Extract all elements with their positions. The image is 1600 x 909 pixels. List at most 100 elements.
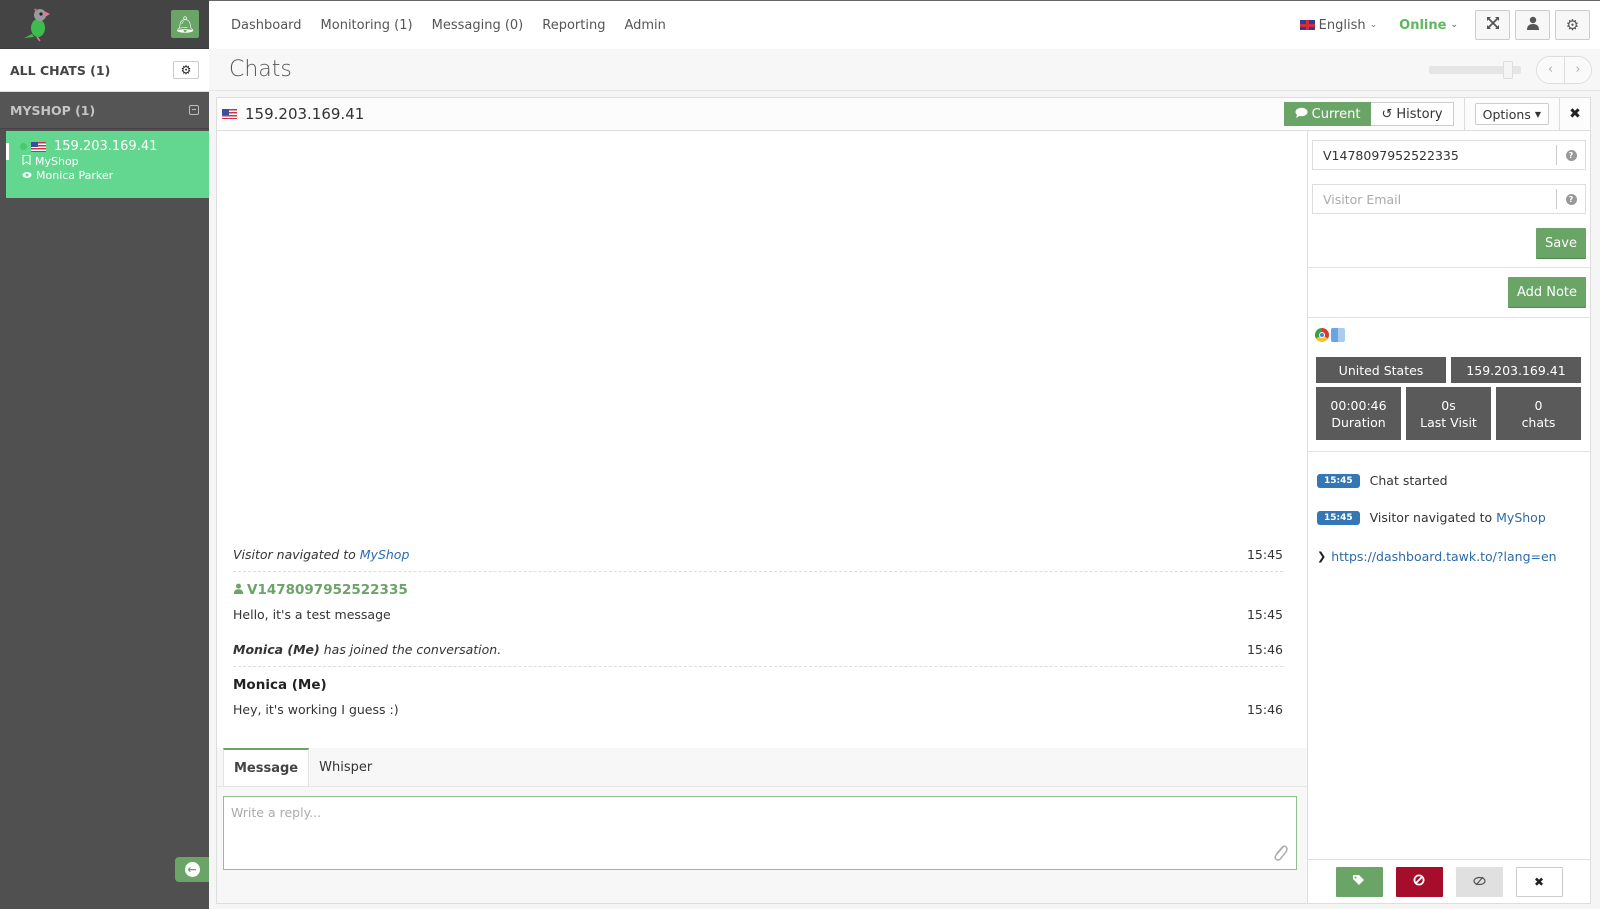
language-label: English xyxy=(1318,17,1366,33)
chats-stat: 0 chats xyxy=(1496,387,1581,440)
nav-messaging[interactable]: Messaging (0) xyxy=(432,18,524,33)
timeline-event: 15:45 Visitor navigated to MyShop xyxy=(1317,510,1546,525)
chat-item-agent: Monica Parker xyxy=(36,169,114,182)
duration-value: 00:00:46 xyxy=(1330,397,1387,413)
visitor-email-input[interactable] xyxy=(1313,185,1556,213)
chat-header-ip: 159.203.169.41 xyxy=(245,105,365,123)
chat-item-property: MyShop xyxy=(35,155,79,168)
agent-message: Hey, it's working I guess :) 15:46 xyxy=(233,702,1283,717)
gear-icon: ⚙ xyxy=(1565,16,1580,34)
nav-event-link[interactable]: MyShop xyxy=(360,547,410,562)
chat-item-ip: 159.203.169.41 xyxy=(54,139,158,154)
logo-bar: 🔔︎ xyxy=(0,0,209,49)
close-chat-button[interactable]: ✖ xyxy=(1560,106,1590,122)
user-icon xyxy=(233,582,244,598)
nav-monitoring[interactable]: Monitoring (1) xyxy=(321,18,413,33)
country-stat: United States xyxy=(1316,357,1446,383)
chevron-down-icon: ⌄ xyxy=(1369,20,1378,30)
chevron-right-icon[interactable]: ❯ xyxy=(1317,550,1326,563)
hide-chat-button[interactable] xyxy=(1455,866,1503,897)
tab-whisper[interactable]: Whisper xyxy=(309,748,382,786)
compose-area: Message Whisper Write a reply... xyxy=(217,748,1307,903)
help-icon[interactable]: ? xyxy=(1557,193,1585,205)
settings-button[interactable]: ⚙ xyxy=(1555,10,1590,40)
chat-actions: ✖ xyxy=(1308,859,1590,903)
help-icon[interactable]: ? xyxy=(1557,149,1585,161)
view-toggle: Current ↺ History xyxy=(1283,102,1454,126)
time-badge: 15:45 xyxy=(1317,473,1360,488)
arrow-left-circle-icon: ← xyxy=(184,862,200,877)
ip-value: 159.203.169.41 xyxy=(1466,362,1566,378)
slider-thumb[interactable] xyxy=(1502,60,1513,79)
notifications-bell-button[interactable]: 🔔︎ xyxy=(171,10,199,38)
status-label: Online xyxy=(1399,17,1447,33)
event-link[interactable]: MyShop xyxy=(1496,510,1546,525)
gear-icon: ⚙ xyxy=(180,63,192,77)
agent-sender-name: Monica (Me) xyxy=(233,677,327,693)
group-header-myshop[interactable]: MYSHOP (1) xyxy=(0,92,209,129)
section-divider xyxy=(1308,317,1590,318)
caret-down-icon: ▼ xyxy=(1534,109,1541,119)
chevron-left-icon: ‹ xyxy=(1547,62,1554,77)
tab-message[interactable]: Message xyxy=(223,748,310,786)
zoom-slider[interactable] xyxy=(1429,60,1521,79)
user-icon xyxy=(1526,16,1540,34)
parrot-logo-icon[interactable] xyxy=(18,4,58,44)
language-dropdown[interactable]: English ⌄ xyxy=(1299,17,1378,33)
slider-track[interactable] xyxy=(1429,60,1521,79)
nav-dashboard[interactable]: Dashboard xyxy=(231,18,302,33)
expand-icon xyxy=(1486,16,1500,34)
divider xyxy=(1463,98,1465,130)
reply-input[interactable]: Write a reply... xyxy=(223,796,1297,870)
ban-visitor-button[interactable] xyxy=(1395,866,1443,897)
nav-reporting[interactable]: Reporting xyxy=(542,18,605,33)
join-event-name: Monica (Me) xyxy=(233,642,320,657)
chat-list-item[interactable]: 159.203.169.41 MyShop Monica Parker xyxy=(6,131,209,198)
save-button[interactable]: Save xyxy=(1536,228,1586,258)
tag-icon xyxy=(1352,874,1366,889)
profile-button[interactable] xyxy=(1515,10,1550,40)
collapse-sidebar-button[interactable]: ← xyxy=(175,857,209,882)
options-dropdown[interactable]: Options ▼ xyxy=(1474,103,1549,125)
time-badge: 15:45 xyxy=(1317,510,1360,525)
last-visit-value: 0s xyxy=(1441,397,1456,413)
online-status-dot xyxy=(20,143,27,150)
visitor-name-input[interactable] xyxy=(1313,141,1556,169)
chat-settings-button[interactable]: ⚙ xyxy=(173,61,199,79)
end-chat-button[interactable]: ✖ xyxy=(1515,866,1563,897)
chat-panel: 159.203.169.41 Current ↺ History Options… xyxy=(216,97,1591,904)
eye-slash-icon xyxy=(1472,875,1486,889)
visited-url-row[interactable]: ❯ https://dashboard.tawk.to/?lang=en xyxy=(1317,549,1557,564)
chevron-right-icon: › xyxy=(1575,62,1581,77)
current-tab-label: Current xyxy=(1311,106,1361,122)
status-dropdown[interactable]: Online ⌄ xyxy=(1399,18,1458,33)
visitor-message: Hello, it's a test message 15:45 xyxy=(233,607,1283,622)
tag-button[interactable] xyxy=(1335,866,1383,897)
paperclip-attach-icon[interactable] xyxy=(1271,843,1289,861)
add-note-button[interactable]: Add Note xyxy=(1508,277,1586,307)
all-chats-label: ALL CHATS (1) xyxy=(10,62,111,78)
previous-chat-button[interactable]: ‹ xyxy=(1537,56,1564,83)
chat-pager: ‹ › xyxy=(1536,55,1592,84)
history-icon: ↺ xyxy=(1381,106,1393,122)
chats-label: chats xyxy=(1521,414,1556,430)
ban-icon xyxy=(1413,874,1425,889)
current-tab-button[interactable]: Current xyxy=(1283,102,1372,126)
collapse-icon[interactable] xyxy=(189,105,199,115)
next-chat-button[interactable]: › xyxy=(1564,56,1591,83)
duration-stat: 00:00:46 Duration xyxy=(1316,387,1401,440)
all-chats-header: ALL CHATS (1) ⚙ xyxy=(0,49,209,92)
visitor-info-panel: ? ? Save Add Note United States 159.203.… xyxy=(1308,131,1590,903)
nav-admin[interactable]: Admin xyxy=(624,18,665,33)
history-tab-label: History xyxy=(1396,106,1443,122)
fullscreen-button[interactable] xyxy=(1475,10,1510,40)
duration-label: Duration xyxy=(1331,414,1386,430)
visited-url-link[interactable]: https://dashboard.tawk.to/?lang=en xyxy=(1331,549,1556,564)
history-tab-button[interactable]: ↺ History xyxy=(1371,102,1454,126)
visitor-name: V1478097952522335 xyxy=(247,582,408,598)
visitor-email-field: ? xyxy=(1312,184,1586,214)
country-value: United States xyxy=(1338,362,1424,378)
options-label: Options xyxy=(1482,106,1531,122)
message-time: 15:45 xyxy=(1246,607,1283,622)
bookmark-icon xyxy=(22,155,31,168)
